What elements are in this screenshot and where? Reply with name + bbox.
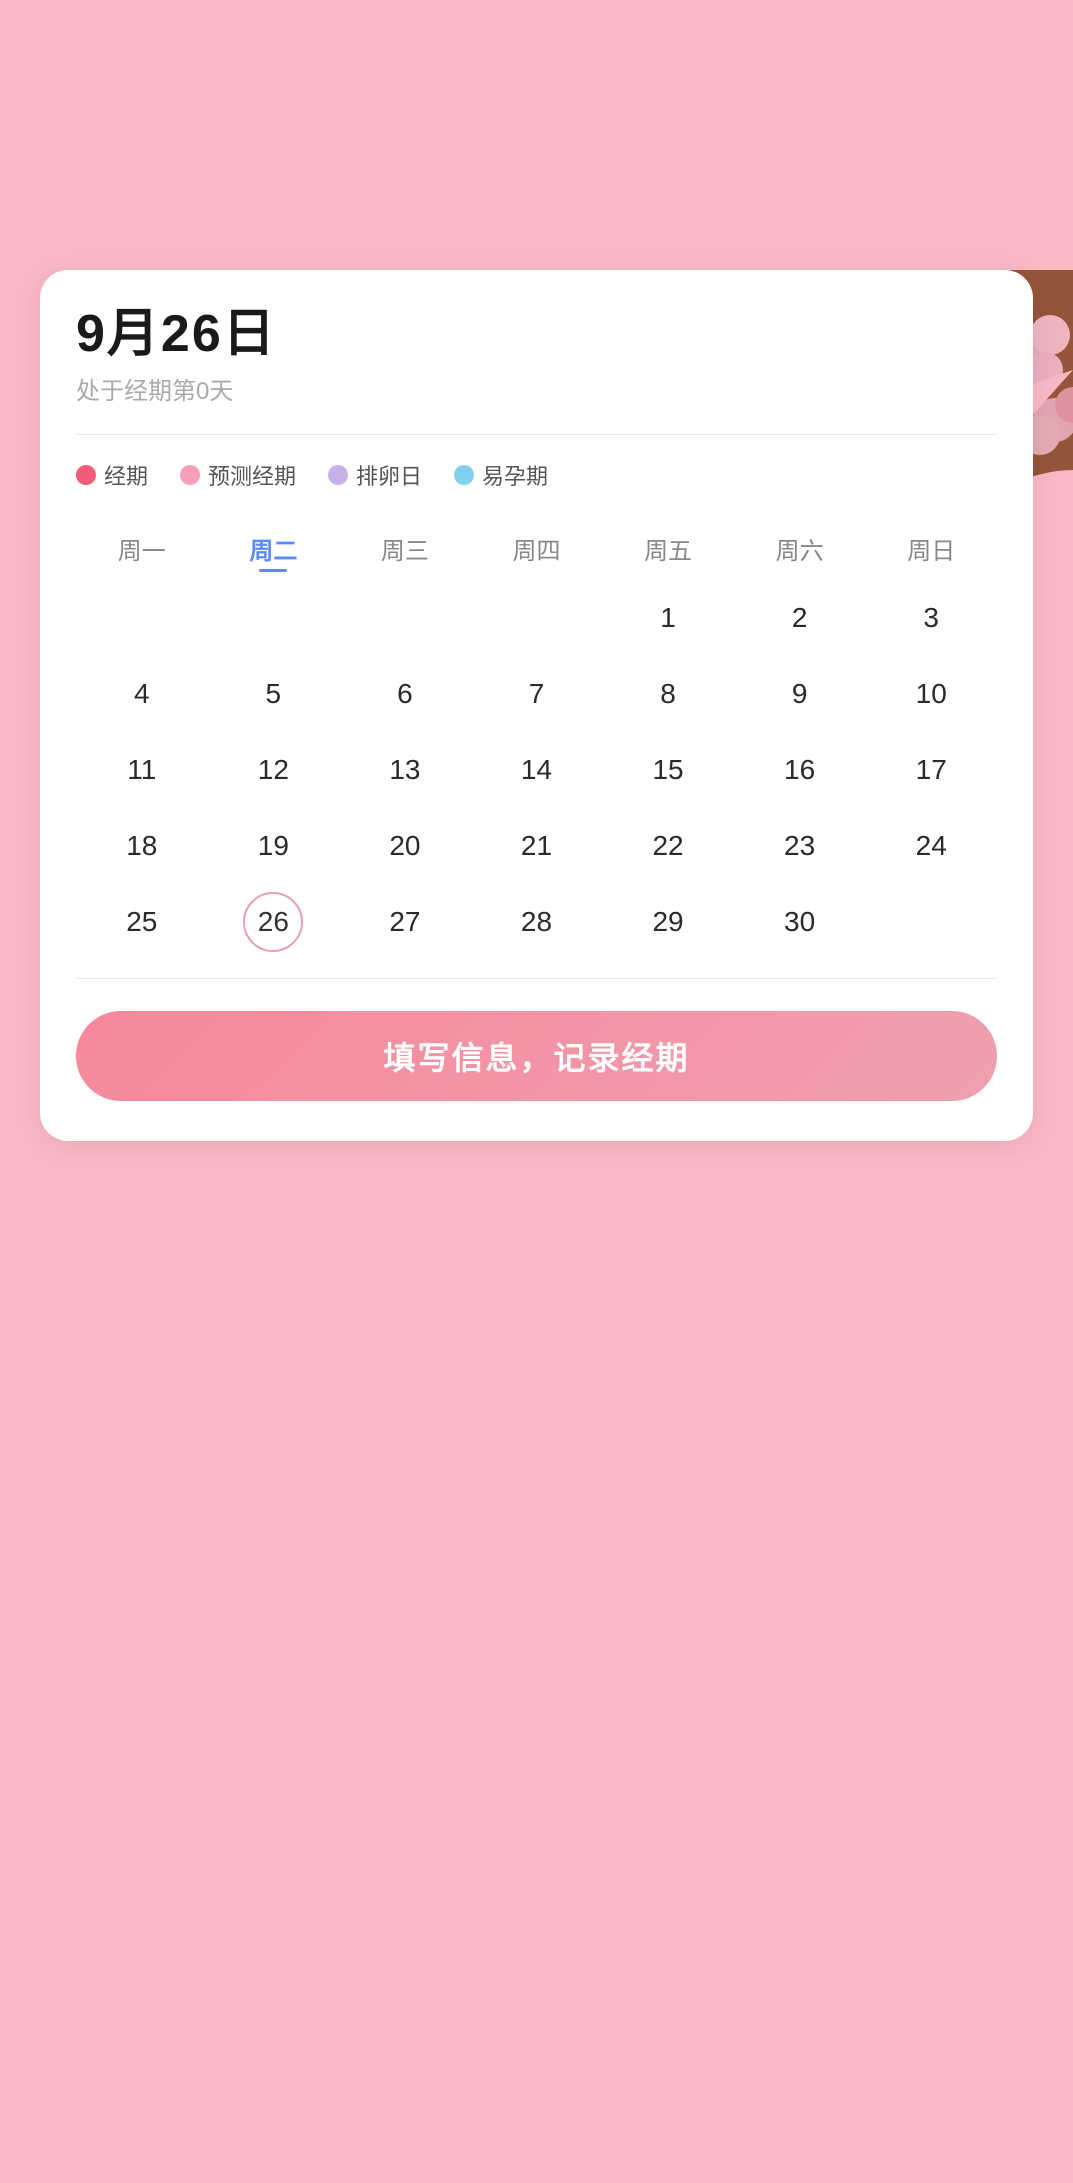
calendar-day-12[interactable]: 12 xyxy=(208,734,340,806)
calendar-empty-cell xyxy=(471,582,603,654)
weekday-thu: 周四 xyxy=(471,523,603,574)
calendar-day-30[interactable]: 30 xyxy=(734,886,866,958)
calendar-day-5[interactable]: 5 xyxy=(208,658,340,730)
legend-dot-ovulation xyxy=(328,465,348,485)
calendar-day-18[interactable]: 18 xyxy=(76,810,208,882)
calendar-day-8[interactable]: 8 xyxy=(602,658,734,730)
calendar-day-17[interactable]: 17 xyxy=(865,734,997,806)
calendar-day-14[interactable]: 14 xyxy=(471,734,603,806)
calendar-day-29[interactable]: 29 xyxy=(602,886,734,958)
legend-label-predicted: 预测经期 xyxy=(208,459,296,491)
calendar-empty-cell xyxy=(865,886,997,958)
record-period-button[interactable]: 填写信息，记录经期 xyxy=(76,1011,997,1101)
legend-item-predicted: 预测经期 xyxy=(180,459,296,491)
calendar-day-21[interactable]: 21 xyxy=(471,810,603,882)
legend-label-fertile: 易孕期 xyxy=(482,459,548,491)
calendar-day-7[interactable]: 7 xyxy=(471,658,603,730)
legend-item-period: 经期 xyxy=(76,459,148,491)
calendar-day-19[interactable]: 19 xyxy=(208,810,340,882)
calendar-day-20[interactable]: 20 xyxy=(339,810,471,882)
legend-dot-predicted xyxy=(180,465,200,485)
main-card: 9月26日 处于经期第0天 经期 预测经期 排卵日 易孕期 周一 周二 周三 周… xyxy=(40,270,1033,1141)
weekday-sat: 周六 xyxy=(734,523,866,574)
calendar-day-27[interactable]: 27 xyxy=(339,886,471,958)
bottom-divider xyxy=(76,978,997,979)
legend-item-fertile: 易孕期 xyxy=(454,459,548,491)
calendar-weekday-header: 周一 周二 周三 周四 周五 周六 周日 xyxy=(76,523,997,574)
calendar-day-15[interactable]: 15 xyxy=(602,734,734,806)
calendar-day-6[interactable]: 6 xyxy=(339,658,471,730)
calendar-body: 1234567891011121314151617181920212223242… xyxy=(76,582,997,958)
date-title: 9月26日 xyxy=(76,306,997,363)
calendar-day-16[interactable]: 16 xyxy=(734,734,866,806)
calendar-day-2[interactable]: 2 xyxy=(734,582,866,654)
calendar-day-13[interactable]: 13 xyxy=(339,734,471,806)
calendar-day-25[interactable]: 25 xyxy=(76,886,208,958)
legend-label-ovulation: 排卵日 xyxy=(356,459,422,491)
legend-item-ovulation: 排卵日 xyxy=(328,459,422,491)
date-subtitle: 处于经期第0天 xyxy=(76,371,997,406)
calendar-day-28[interactable]: 28 xyxy=(471,886,603,958)
calendar: 周一 周二 周三 周四 周五 周六 周日 1234567891011121314… xyxy=(76,523,997,958)
weekday-wed: 周三 xyxy=(339,523,471,574)
legend-dot-fertile xyxy=(454,465,474,485)
legend: 经期 预测经期 排卵日 易孕期 xyxy=(76,459,997,491)
calendar-day-3[interactable]: 3 xyxy=(865,582,997,654)
calendar-empty-cell xyxy=(339,582,471,654)
legend-dot-period xyxy=(76,465,96,485)
calendar-day-4[interactable]: 4 xyxy=(76,658,208,730)
calendar-day-26[interactable]: 26 xyxy=(208,886,340,958)
calendar-day-1[interactable]: 1 xyxy=(602,582,734,654)
legend-label-period: 经期 xyxy=(104,459,148,491)
calendar-day-24[interactable]: 24 xyxy=(865,810,997,882)
calendar-day-9[interactable]: 9 xyxy=(734,658,866,730)
calendar-day-11[interactable]: 11 xyxy=(76,734,208,806)
calendar-day-22[interactable]: 22 xyxy=(602,810,734,882)
weekday-tue: 周二 xyxy=(208,523,340,574)
weekday-fri: 周五 xyxy=(602,523,734,574)
header-divider xyxy=(76,434,997,435)
calendar-day-23[interactable]: 23 xyxy=(734,810,866,882)
calendar-empty-cell xyxy=(208,582,340,654)
calendar-empty-cell xyxy=(76,582,208,654)
weekday-sun: 周日 xyxy=(865,523,997,574)
calendar-day-10[interactable]: 10 xyxy=(865,658,997,730)
weekday-mon: 周一 xyxy=(76,523,208,574)
